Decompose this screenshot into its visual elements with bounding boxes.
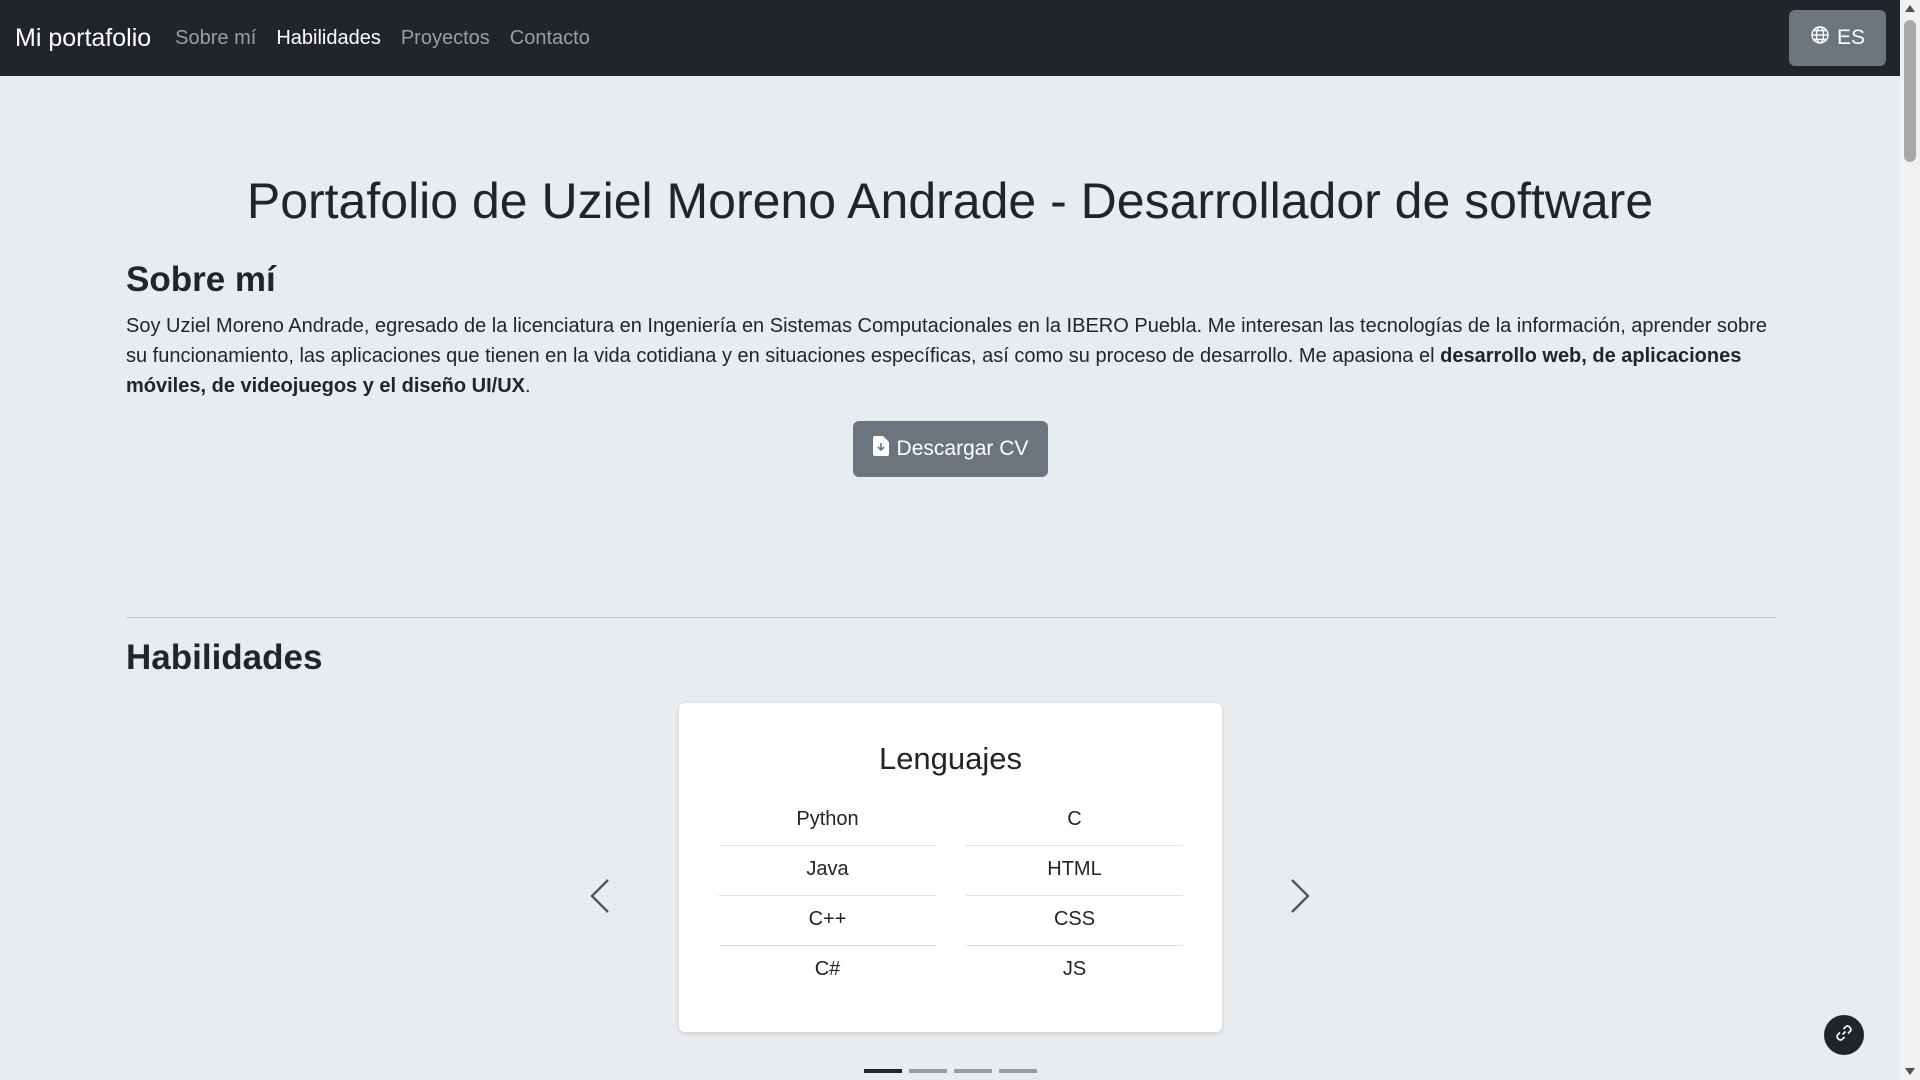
chevron-left-icon bbox=[588, 879, 612, 920]
skill-item: CSS bbox=[966, 896, 1183, 946]
skills-card-title: Lenguajes bbox=[878, 741, 1023, 776]
skill-item: Java bbox=[719, 846, 936, 896]
language-label: ES bbox=[1836, 26, 1865, 49]
section-divider bbox=[126, 617, 1776, 618]
language-button[interactable]: ES bbox=[1789, 10, 1886, 66]
skills-column-right: C HTML CSS JS bbox=[966, 796, 1183, 996]
carousel-indicator-4[interactable] bbox=[999, 1069, 1037, 1073]
skills-card: Lenguajes Python Java C++ C# C HTML CSS … bbox=[679, 703, 1222, 1032]
nav-link-sobre-mi[interactable]: Sobre mí bbox=[165, 27, 266, 50]
scroll-down-arrow-icon[interactable] bbox=[1905, 1068, 1915, 1075]
download-cv-label: Descargar CV bbox=[896, 437, 1029, 460]
nav-link-contacto[interactable]: Contacto bbox=[500, 27, 600, 50]
page-title: Portafolio de Uziel Moreno Andrade - Des… bbox=[246, 173, 1654, 229]
carousel-prev-button[interactable] bbox=[588, 876, 612, 916]
skill-item: C++ bbox=[719, 896, 936, 946]
carousel-next-button[interactable] bbox=[1288, 876, 1312, 916]
nav-link-proyectos[interactable]: Proyectos bbox=[391, 27, 500, 50]
link-icon bbox=[1835, 1024, 1853, 1047]
carousel-indicator-1[interactable] bbox=[864, 1069, 902, 1073]
scroll-thumb[interactable] bbox=[1904, 20, 1916, 162]
skills-heading: Habilidades bbox=[126, 638, 323, 677]
carousel-indicator-3[interactable] bbox=[954, 1069, 992, 1073]
skill-item: C# bbox=[814, 958, 841, 980]
navbar-brand[interactable]: Mi portafolio bbox=[15, 24, 151, 53]
download-cv-button[interactable]: Descargar CV bbox=[853, 421, 1048, 477]
about-text-end: . bbox=[525, 375, 531, 397]
globe-icon bbox=[1810, 25, 1830, 51]
nav-link-habilidades[interactable]: Habilidades bbox=[266, 27, 391, 50]
top-navbar: Mi portafolio Sobre mí Habilidades Proye… bbox=[0, 0, 1900, 76]
scroll-up-arrow-icon[interactable] bbox=[1905, 5, 1915, 12]
chevron-right-icon bbox=[1288, 879, 1312, 920]
carousel-indicators bbox=[864, 1069, 1037, 1073]
skill-item: JS bbox=[1062, 958, 1087, 980]
file-download-icon bbox=[872, 436, 889, 462]
skill-item: Python bbox=[719, 796, 936, 846]
skills-column-left: Python Java C++ C# bbox=[719, 796, 936, 996]
about-paragraph: Soy Uziel Moreno Andrade, egresado de la… bbox=[126, 311, 1776, 401]
page-scrollbar[interactable] bbox=[1900, 0, 1920, 1080]
skill-item: HTML bbox=[966, 846, 1183, 896]
carousel-indicator-2[interactable] bbox=[909, 1069, 947, 1073]
skill-item: C bbox=[966, 796, 1183, 846]
floating-link-button[interactable] bbox=[1824, 1015, 1864, 1055]
about-heading: Sobre mí bbox=[126, 260, 276, 299]
